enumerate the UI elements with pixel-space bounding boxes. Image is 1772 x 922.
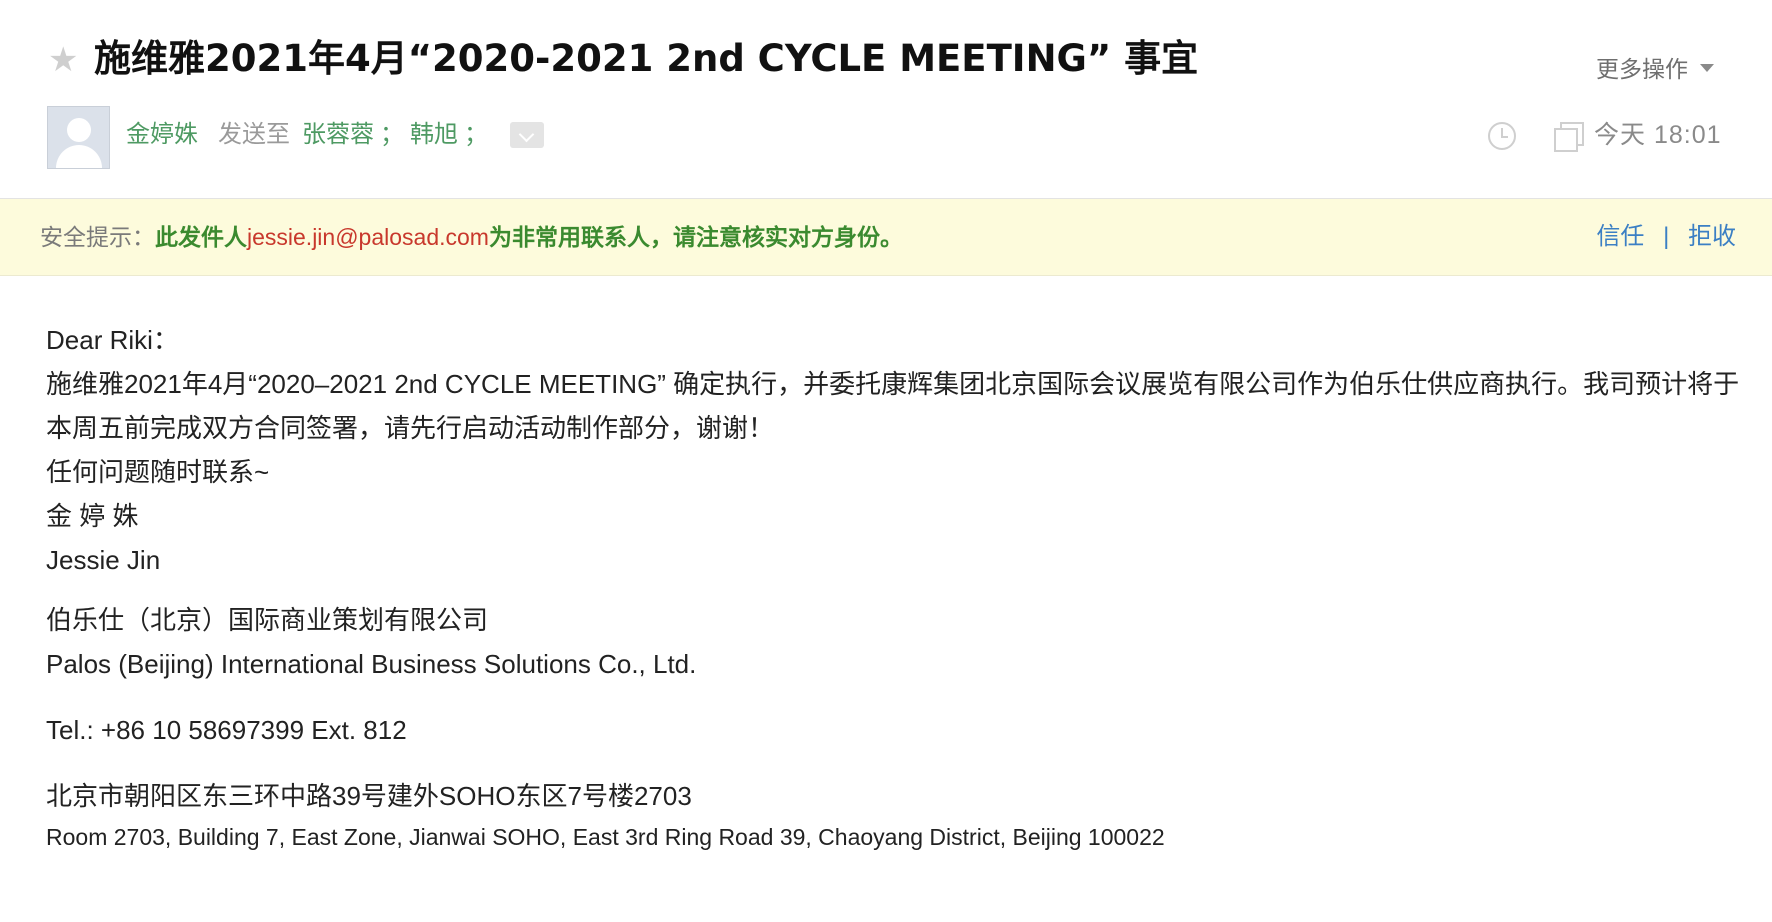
sender-email: jessie.jin@palosad.com xyxy=(247,224,489,250)
signature-cn: 金 婷 姝 xyxy=(46,501,139,531)
sent-to-label: 发送至 xyxy=(218,121,290,148)
action-divider: | xyxy=(1663,223,1670,250)
address-cn: 北京市朝阳区东三环中路39号建外SOHO东区7号楼2703 xyxy=(46,781,692,811)
mail-body: Dear Riki： 施维雅2021年4月“2020–2021 2nd CYCL… xyxy=(46,318,1756,856)
copy-icon[interactable] xyxy=(1554,122,1584,152)
caret-down-icon xyxy=(1700,64,1714,72)
sender-name[interactable]: 金婷姝 xyxy=(126,118,198,152)
security-text: 安全提示：此发件人jessie.jin@palosad.com为非常用联系人，请… xyxy=(40,219,903,256)
star-icon[interactable]: ★ xyxy=(48,40,78,80)
security-actions: 信任 | 拒收 xyxy=(1596,219,1736,255)
clock-icon[interactable] xyxy=(1488,122,1516,150)
address-en: Room 2703, Building 7, East Zone, Jianwa… xyxy=(46,824,1165,850)
security-warning-bar: 安全提示：此发件人jessie.jin@palosad.com为非常用联系人，请… xyxy=(0,199,1772,276)
security-label: 安全提示： xyxy=(40,224,155,250)
mail-subject: 施维雅2021年4月“2020-2021 2nd CYCLE MEETING” … xyxy=(94,37,1199,80)
telephone: Tel.: +86 10 58697399 Ext. 812 xyxy=(46,715,407,745)
sender-line: 金婷姝 发送至 张蓉蓉 ； 韩旭 ； xyxy=(126,118,544,152)
recipient-2[interactable]: 韩旭 xyxy=(410,118,458,152)
recipient-1[interactable]: 张蓉蓉 xyxy=(302,118,374,152)
company-en: Palos (Beijing) International Business S… xyxy=(46,649,697,679)
more-actions-label: 更多操作 xyxy=(1596,56,1688,82)
chevron-down-icon[interactable] xyxy=(510,122,544,148)
recipient-separator: ； xyxy=(464,121,488,148)
company-cn: 伯乐仕（北京）国际商业策划有限公司 xyxy=(46,605,489,635)
security-prefix: 此发件人 xyxy=(155,225,247,251)
recipient-separator: ； xyxy=(380,121,404,148)
reject-link[interactable]: 拒收 xyxy=(1688,223,1736,250)
greeting: Dear Riki： xyxy=(46,325,179,355)
body-paragraph: 施维雅2021年4月“2020–2021 2nd CYCLE MEETING” … xyxy=(46,369,1740,443)
trust-link[interactable]: 信任 xyxy=(1596,223,1644,250)
avatar-icon[interactable] xyxy=(47,106,110,169)
mail-header: ★ 施维雅2021年4月“2020-2021 2nd CYCLE MEETING… xyxy=(0,0,1772,199)
signature-en: Jessie Jin xyxy=(46,545,161,575)
followup-line: 任何问题随时联系~ xyxy=(46,457,270,487)
security-suffix: 为非常用联系人，请注意核实对方身份。 xyxy=(488,225,903,251)
mail-datetime: 今天 18:01 xyxy=(1594,121,1722,149)
more-actions-button[interactable]: 更多操作 xyxy=(1596,50,1714,84)
